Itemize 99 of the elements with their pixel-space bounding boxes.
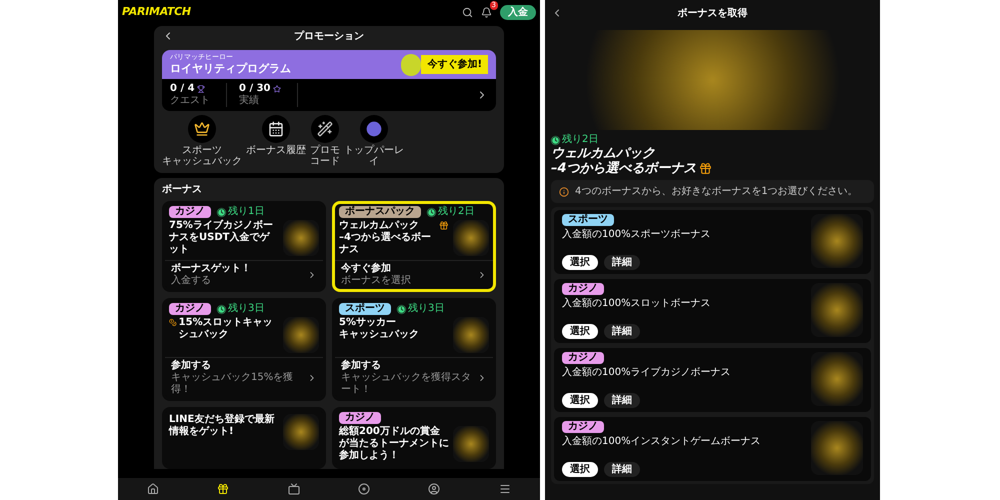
category-tag: カジノ — [562, 352, 604, 364]
time-left: 残り2日 — [562, 134, 598, 146]
welcome-illustration — [811, 214, 863, 268]
time-left: 残り2日 — [438, 206, 474, 218]
clock-icon — [217, 304, 226, 314]
option-title: 入金額の100%スポーツボーナス — [562, 228, 711, 241]
action-label: ボーナスゲット！ — [171, 263, 252, 274]
category-tag: カジノ — [339, 412, 381, 424]
page-title: プロモーション — [294, 29, 364, 44]
coins-icon — [169, 317, 177, 328]
promo-illustration — [283, 317, 319, 353]
select-button[interactable]: 選択 — [562, 324, 598, 339]
details-button[interactable]: 詳細 — [604, 255, 640, 270]
info-icon — [559, 186, 569, 196]
bonus-title: 75%ライブカジノボーナスをUSDT入金でゲット — [169, 220, 274, 256]
action-note: キャッシュバック15%を獲得！ — [171, 372, 294, 396]
bonus-card[interactable]: ボーナスパック 残り2日 ウェルカムパック –4つから選べるボーナス 今すぐ参加 ボーナスを選択 — [332, 201, 496, 292]
details-button[interactable]: 詳細 — [604, 324, 640, 339]
magic-wand-icon — [317, 121, 333, 137]
promo-illustration — [453, 220, 489, 256]
trophy-icon — [196, 85, 205, 93]
action-label: 今すぐ参加 — [341, 263, 392, 275]
promo-illustration — [453, 426, 489, 462]
ball-icon — [366, 121, 382, 137]
bonus-title: 総額200万ドルの賞金が当たるトーナメントに参加しよう！ — [339, 426, 449, 462]
chip-icon[interactable] — [358, 483, 370, 495]
shortcut-label: トップパーレ イ — [344, 145, 404, 167]
stat-label: 実績 — [239, 95, 260, 107]
time-left: 残り1日 — [228, 206, 264, 218]
shortcut-button[interactable] — [188, 115, 216, 143]
time-left: 残り3日 — [408, 303, 444, 315]
bonus-title: LINE友だち登録で最新情報をゲット! — [169, 414, 276, 438]
stat-value: 0 / 4 — [170, 83, 195, 95]
select-button[interactable]: 選択 — [562, 255, 598, 270]
stat-label: クエスト — [170, 95, 210, 107]
clock-icon — [551, 136, 560, 144]
action-label: 参加する — [171, 360, 212, 372]
action-label: 参加する — [341, 360, 382, 372]
category-tag: ボーナスパック — [339, 206, 421, 218]
bonus-card[interactable]: カジノ 総額200万ドルの賞金が当たるトーナメントに参加しよう！ — [332, 407, 496, 469]
shortcut-label: プロモ コード — [310, 145, 340, 167]
action-note: 入金する — [171, 275, 212, 287]
action-note: キャッシュバックを獲得スタート！ — [341, 372, 472, 396]
bonus-title: 15%スロットキャッシュバック — [178, 317, 274, 341]
home-icon[interactable] — [147, 483, 160, 495]
welcome-illustration — [811, 283, 863, 337]
action-note: ボーナスを選択 — [341, 275, 412, 287]
category-tag: カジノ — [562, 421, 604, 433]
promo-illustration — [283, 220, 319, 256]
mascot-placeholder — [401, 54, 422, 76]
category-tag: カジノ — [562, 283, 604, 295]
search-icon[interactable] — [462, 6, 473, 18]
category-tag: カジノ — [169, 303, 211, 315]
logo[interactable]: PARIMATCH — [122, 4, 191, 20]
join-button[interactable]: 今すぐ参加! — [421, 55, 488, 74]
calendar-icon — [268, 121, 284, 137]
welcome-illustration — [811, 421, 863, 475]
clock-icon — [217, 208, 226, 216]
clock-icon — [397, 304, 406, 314]
shortcut-button[interactable] — [311, 115, 339, 143]
gift-icon[interactable] — [217, 483, 230, 495]
star-icon — [272, 85, 280, 93]
select-button[interactable]: 選択 — [562, 393, 598, 408]
user-icon[interactable] — [428, 483, 440, 495]
option-title: 入金額の100%インスタントゲームボーナス — [562, 435, 761, 448]
gift-icon — [439, 220, 449, 231]
shortcut-label: ボーナス履歴 — [246, 145, 306, 156]
loyalty-title: ロイヤリティプログラム — [170, 62, 291, 76]
shortcut-label: スポーツ キャッシュバック — [162, 145, 242, 167]
bonus-card[interactable]: カジノ 残り3日 15%スロットキャッシュバック 参加する キャッシュバック15%を獲得！ — [162, 298, 326, 401]
details-button[interactable]: 詳細 — [604, 393, 640, 408]
category-tag: カジノ — [169, 206, 211, 218]
details-button[interactable]: 詳細 — [604, 462, 640, 477]
shortcut-button[interactable] — [262, 115, 290, 143]
notice-text: 4つのボーナスから、お好きなボーナスを1つお選びください。 — [575, 185, 858, 199]
bonus-card[interactable]: LINE友だち登録で最新情報をゲット! — [162, 407, 326, 469]
crown-icon — [194, 121, 210, 137]
scoreboard-icon[interactable] — [288, 483, 300, 495]
clock-icon — [427, 208, 436, 216]
bonus-card[interactable]: スポーツ 残り3日 5%サッカー キャッシュバック 参加する キャッシュバックを獲得スタート！ — [332, 298, 496, 401]
bonus-card[interactable]: カジノ 残り1日 75%ライブカジノボーナスをUSDT入金でゲット ボーナスゲット！ 入金する — [162, 201, 326, 292]
category-tag: スポーツ — [562, 214, 614, 226]
page-title: ボーナスを取得 — [678, 6, 748, 20]
bonus-title: ウェルカムパック –4つから選べるボーナス — [339, 220, 432, 256]
promo-illustration — [283, 414, 319, 450]
category-tag: スポーツ — [339, 303, 391, 315]
bonus-title: 5%サッカー キャッシュバック — [339, 317, 419, 341]
bell-icon[interactable] — [481, 6, 492, 18]
section-title: ボーナス — [162, 183, 203, 197]
gift-icon — [698, 162, 712, 175]
menu-icon[interactable] — [498, 483, 511, 495]
select-button[interactable]: 選択 — [562, 462, 598, 477]
welcome-illustration — [811, 352, 863, 406]
stat-value: 0 / 30 — [239, 83, 270, 94]
time-left: 残り3日 — [228, 303, 264, 315]
detail-heading: ウェルカムパック –4つから選べるボーナス — [551, 146, 697, 176]
option-title: 入金額の100%スロットボーナス — [562, 297, 711, 310]
promo-illustration — [453, 317, 489, 353]
option-title: 入金額の100%ライブカジノボーナス — [562, 366, 731, 379]
